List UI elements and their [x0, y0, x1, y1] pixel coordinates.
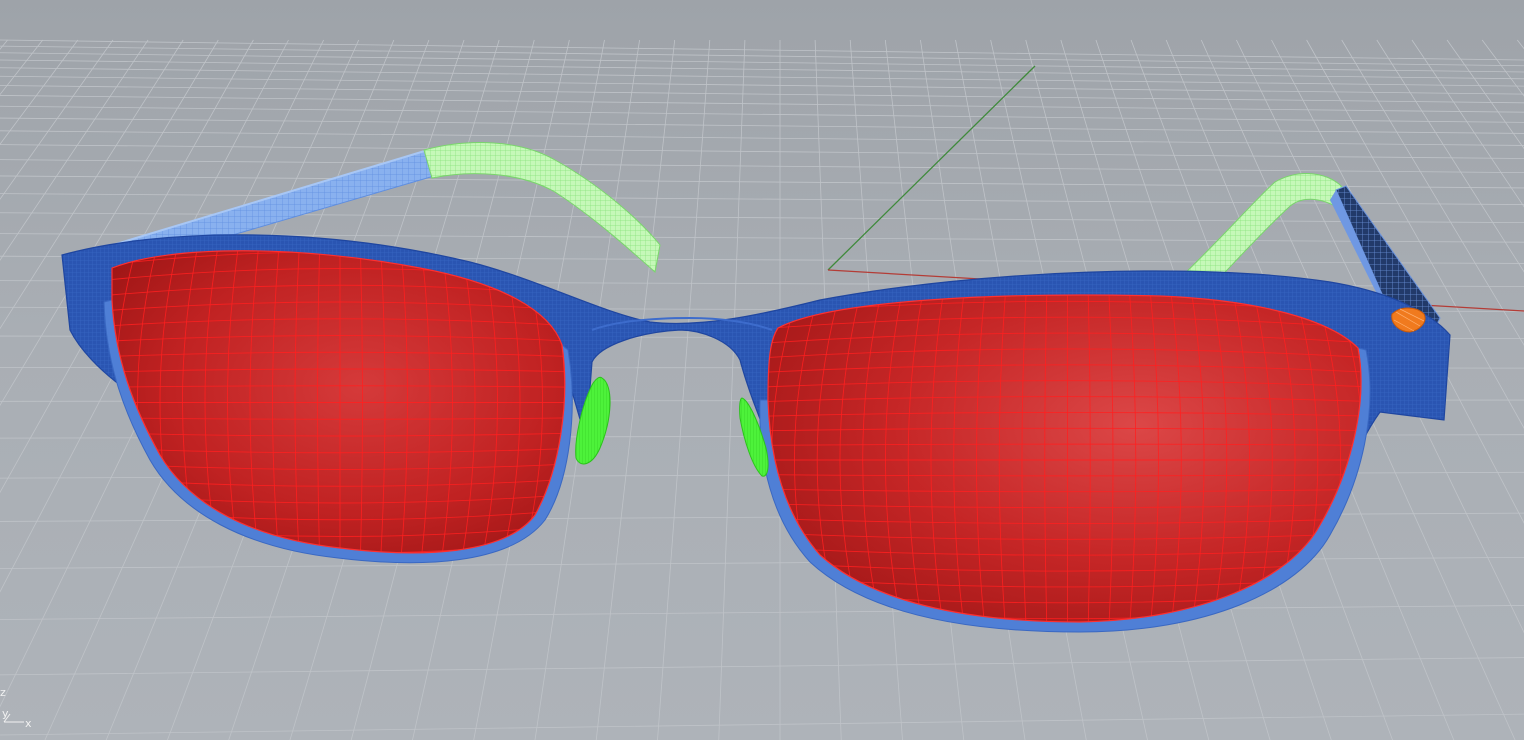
right-temple-tip[interactable] [1179, 173, 1346, 289]
axis-gizmo: z y x [0, 684, 40, 740]
axis-x-label: x [25, 717, 32, 730]
axis-y-label: y [2, 707, 9, 720]
scene-canvas[interactable] [0, 0, 1524, 740]
axis-z-label: z [0, 686, 6, 699]
perspective-viewport[interactable]: z y x [0, 0, 1524, 740]
left-temple-tip[interactable] [423, 142, 661, 273]
right-lens[interactable] [726, 270, 1409, 651]
